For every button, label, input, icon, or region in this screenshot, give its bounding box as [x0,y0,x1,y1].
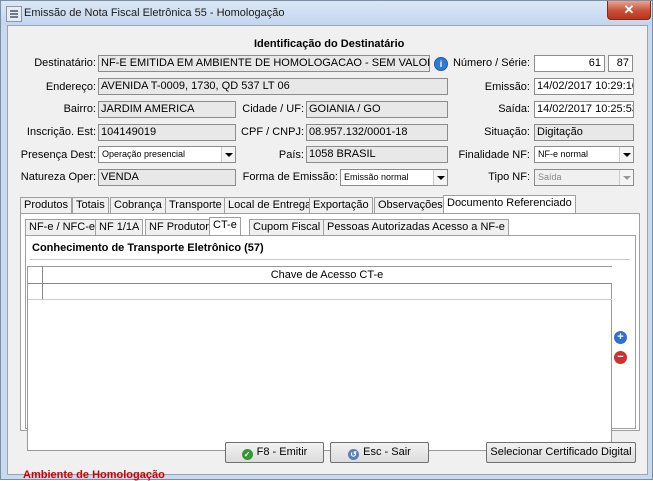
presenca-dropdown[interactable]: Operação presencial [98,146,236,163]
main-window: Emissão de Nota Fiscal Eletrônica 55 - H… [0,0,653,481]
tab-totais[interactable]: Totais [72,197,109,213]
info-icon[interactable]: i [434,57,448,71]
cte-grid[interactable]: Chave de Acesso CT-e [27,266,612,451]
tipo-value: Saída [538,172,562,182]
ambiente-label: Ambiente de Homologação [23,469,165,481]
saida-field[interactable]: 14/02/2017 10:25:53 [534,101,634,118]
chevron-down-icon [619,147,633,162]
destinatario-field[interactable]: NF-E EMITIDA EM AMBIENTE DE HOMOLOGACAO … [98,55,430,72]
situacao-label: Situação: [484,126,530,138]
tab-cobranca[interactable]: Cobrança [110,197,166,213]
exit-icon: ↺ [348,449,360,460]
serie-field[interactable]: 87 [608,55,633,72]
tab-cupom-fiscal[interactable]: Cupom Fiscal [249,219,325,235]
numero-field[interactable]: 61 [534,55,605,72]
tab-exportacao[interactable]: Exportação [309,197,373,213]
title-bar: Emissão de Nota Fiscal Eletrônica 55 - H… [1,1,652,25]
emitir-label: F8 - Emitir [256,446,308,458]
tab-nf-1-1a[interactable]: NF 1/1A [95,219,144,235]
sub-tab-row: NF-e / NFC-e NF 1/1A NF Produtor CT-e Cu… [25,217,635,236]
app-icon [6,6,22,22]
close-button[interactable]: ✕ [607,1,651,20]
inscricao-field[interactable]: 104149019 [98,124,236,141]
destinatario-label: Destinatário: [34,57,96,69]
tipo-dropdown[interactable]: Saída [534,169,634,186]
select-certificate-button[interactable]: Selecionar Certificado Digital [486,442,636,463]
cpf-cnpj-field[interactable]: 08.957.132/0001-18 [306,124,448,141]
bairro-label: Bairro: [63,103,96,115]
forma-emissao-dropdown[interactable]: Emissão normal [340,169,448,186]
forma-emissao-label: Forma de Emissão: [242,171,338,183]
natureza-field[interactable]: VENDA [98,169,236,186]
tipo-label: Tipo NF: [488,171,530,183]
tab-cte[interactable]: CT-e [209,217,241,235]
cte-panel-title: Conhecimento de Transporte Eletrônico (5… [32,242,264,254]
forma-emissao-value: Emissão normal [344,172,409,182]
chevron-down-icon [433,170,447,185]
natureza-label: Natureza Oper: [20,171,96,183]
presenca-label: Presença Dest: [20,149,96,161]
tab-nfe-nfce[interactable]: NF-e / NFC-e [25,219,99,235]
main-tab-row: Produtos Totais Cobrança Transporte Loca… [20,195,640,214]
finalidade-value: NF-e normal [538,149,589,159]
check-icon: ✓ [241,449,253,460]
row-indicator-header [28,267,43,283]
tab-transporte[interactable]: Transporte [165,197,226,213]
finalidade-label: Finalidade NF: [458,149,530,161]
table-row[interactable] [28,284,612,300]
endereco-label: Endereço: [45,81,96,93]
form-client-area: Identificação do Destinatário Destinatár… [7,25,648,481]
cidade-uf-field[interactable]: GOIANIA / GO [306,101,448,118]
tab-observacoes[interactable]: Observações [374,197,447,213]
pais-label: País: [278,149,304,161]
chevron-down-icon [619,170,633,185]
column-header-chave[interactable]: Chave de Acesso CT-e [43,267,611,283]
tab-produtos[interactable]: Produtos [20,197,73,213]
numero-serie-label: Número / Série: [452,57,530,69]
emitir-button[interactable]: ✓ F8 - Emitir [225,442,324,463]
endereco-field[interactable]: AVENIDA T-0009, 1730, QD 537 LT 06 [98,78,448,95]
tab-nf-produtor[interactable]: NF Produtor [145,219,213,235]
presenca-value: Operação presencial [102,149,186,159]
cidade-uf-label: Cidade / UF: [242,103,304,115]
section-title: Identificação do Destinatário [254,38,405,50]
chevron-down-icon [221,147,235,162]
divider [30,259,630,260]
situacao-field: Digitação [534,124,634,141]
window-title: Emissão de Nota Fiscal Eletrônica 55 - H… [24,7,285,19]
remove-button[interactable]: − [614,351,627,364]
finalidade-dropdown[interactable]: NF-e normal [534,146,634,163]
row-indicator [28,284,43,299]
emissao-field[interactable]: 14/02/2017 10:29:16 [534,78,634,95]
grid-header: Chave de Acesso CT-e [28,267,612,284]
pais-field[interactable]: 1058 BRASIL [306,146,448,163]
tab-local-entrega[interactable]: Local de Entrega [224,197,316,213]
cpf-cnpj-label: CPF / CNPJ: [241,126,304,138]
sair-label: Esc - Sair [363,446,411,458]
sair-button[interactable]: ↺ Esc - Sair [330,442,429,463]
saida-label: Saída: [498,103,530,115]
tab-documento-referenciado[interactable]: Documento Referenciado [443,195,576,213]
tab-pessoas-autorizadas[interactable]: Pessoas Autorizadas Acesso a NF-e [323,219,509,235]
inscricao-label: Inscrição. Est: [26,126,96,138]
bairro-field[interactable]: JARDIM AMERICA [98,101,236,118]
emissao-label: Emissão: [484,81,530,93]
add-button[interactable]: + [614,331,627,344]
